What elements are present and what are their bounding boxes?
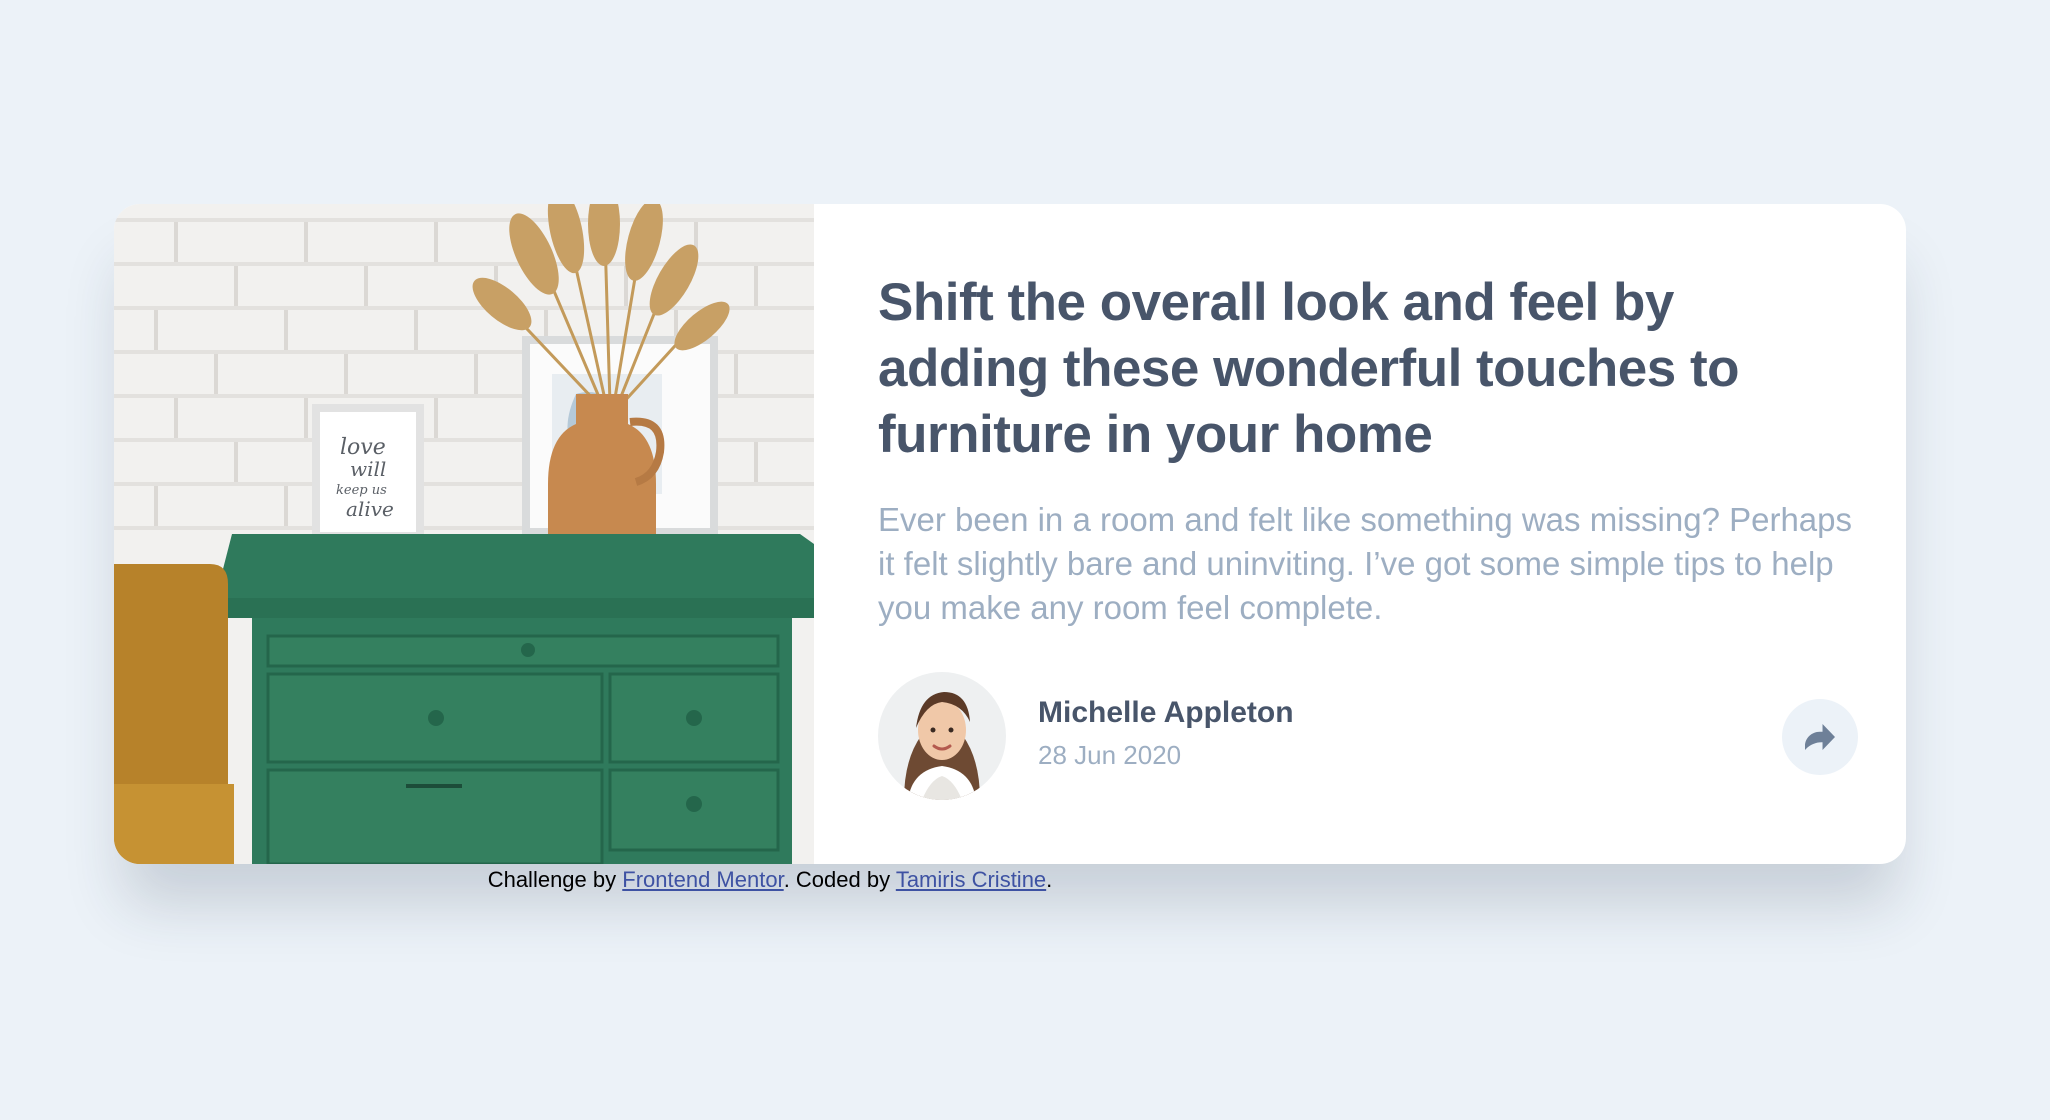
avatar-portrait <box>878 672 1006 800</box>
article-preview-card: love will keep us alive Shift the overal… <box>114 204 1906 864</box>
svg-text:alive: alive <box>346 497 394 521</box>
share-button[interactable] <box>1782 699 1858 775</box>
publish-date: 28 Jun 2020 <box>1038 740 1182 770</box>
share-icon <box>1805 724 1835 750</box>
svg-text:keep us: keep us <box>336 483 387 498</box>
attribution-prefix: Challenge by <box>487 867 623 892</box>
author-avatar <box>878 672 1006 800</box>
attribution-suffix: . <box>1046 867 1053 892</box>
article-image: love will keep us alive <box>114 204 814 864</box>
author-profile-link[interactable]: Tamiris Cristine <box>896 867 1046 892</box>
article-description: Ever been in a room and felt like someth… <box>878 501 1852 626</box>
author-bar: Michelle Appleton 28 Jun 2020 <box>878 672 1858 802</box>
furniture-illustration: love will keep us alive <box>114 204 814 864</box>
author-name: Michelle Appleton <box>1038 696 1294 729</box>
attribution-middle: . Coded by <box>783 867 896 892</box>
frontend-mentor-link[interactable]: Frontend Mentor <box>622 867 783 892</box>
article-title: Shift the overall look and feel by addin… <box>878 273 1739 464</box>
article-content: Shift the overall look and feel by addin… <box>814 204 1906 864</box>
svg-text:will: will <box>350 457 386 481</box>
attribution: Challenge by Frontend Mentor. Coded by T… <box>0 864 1540 896</box>
